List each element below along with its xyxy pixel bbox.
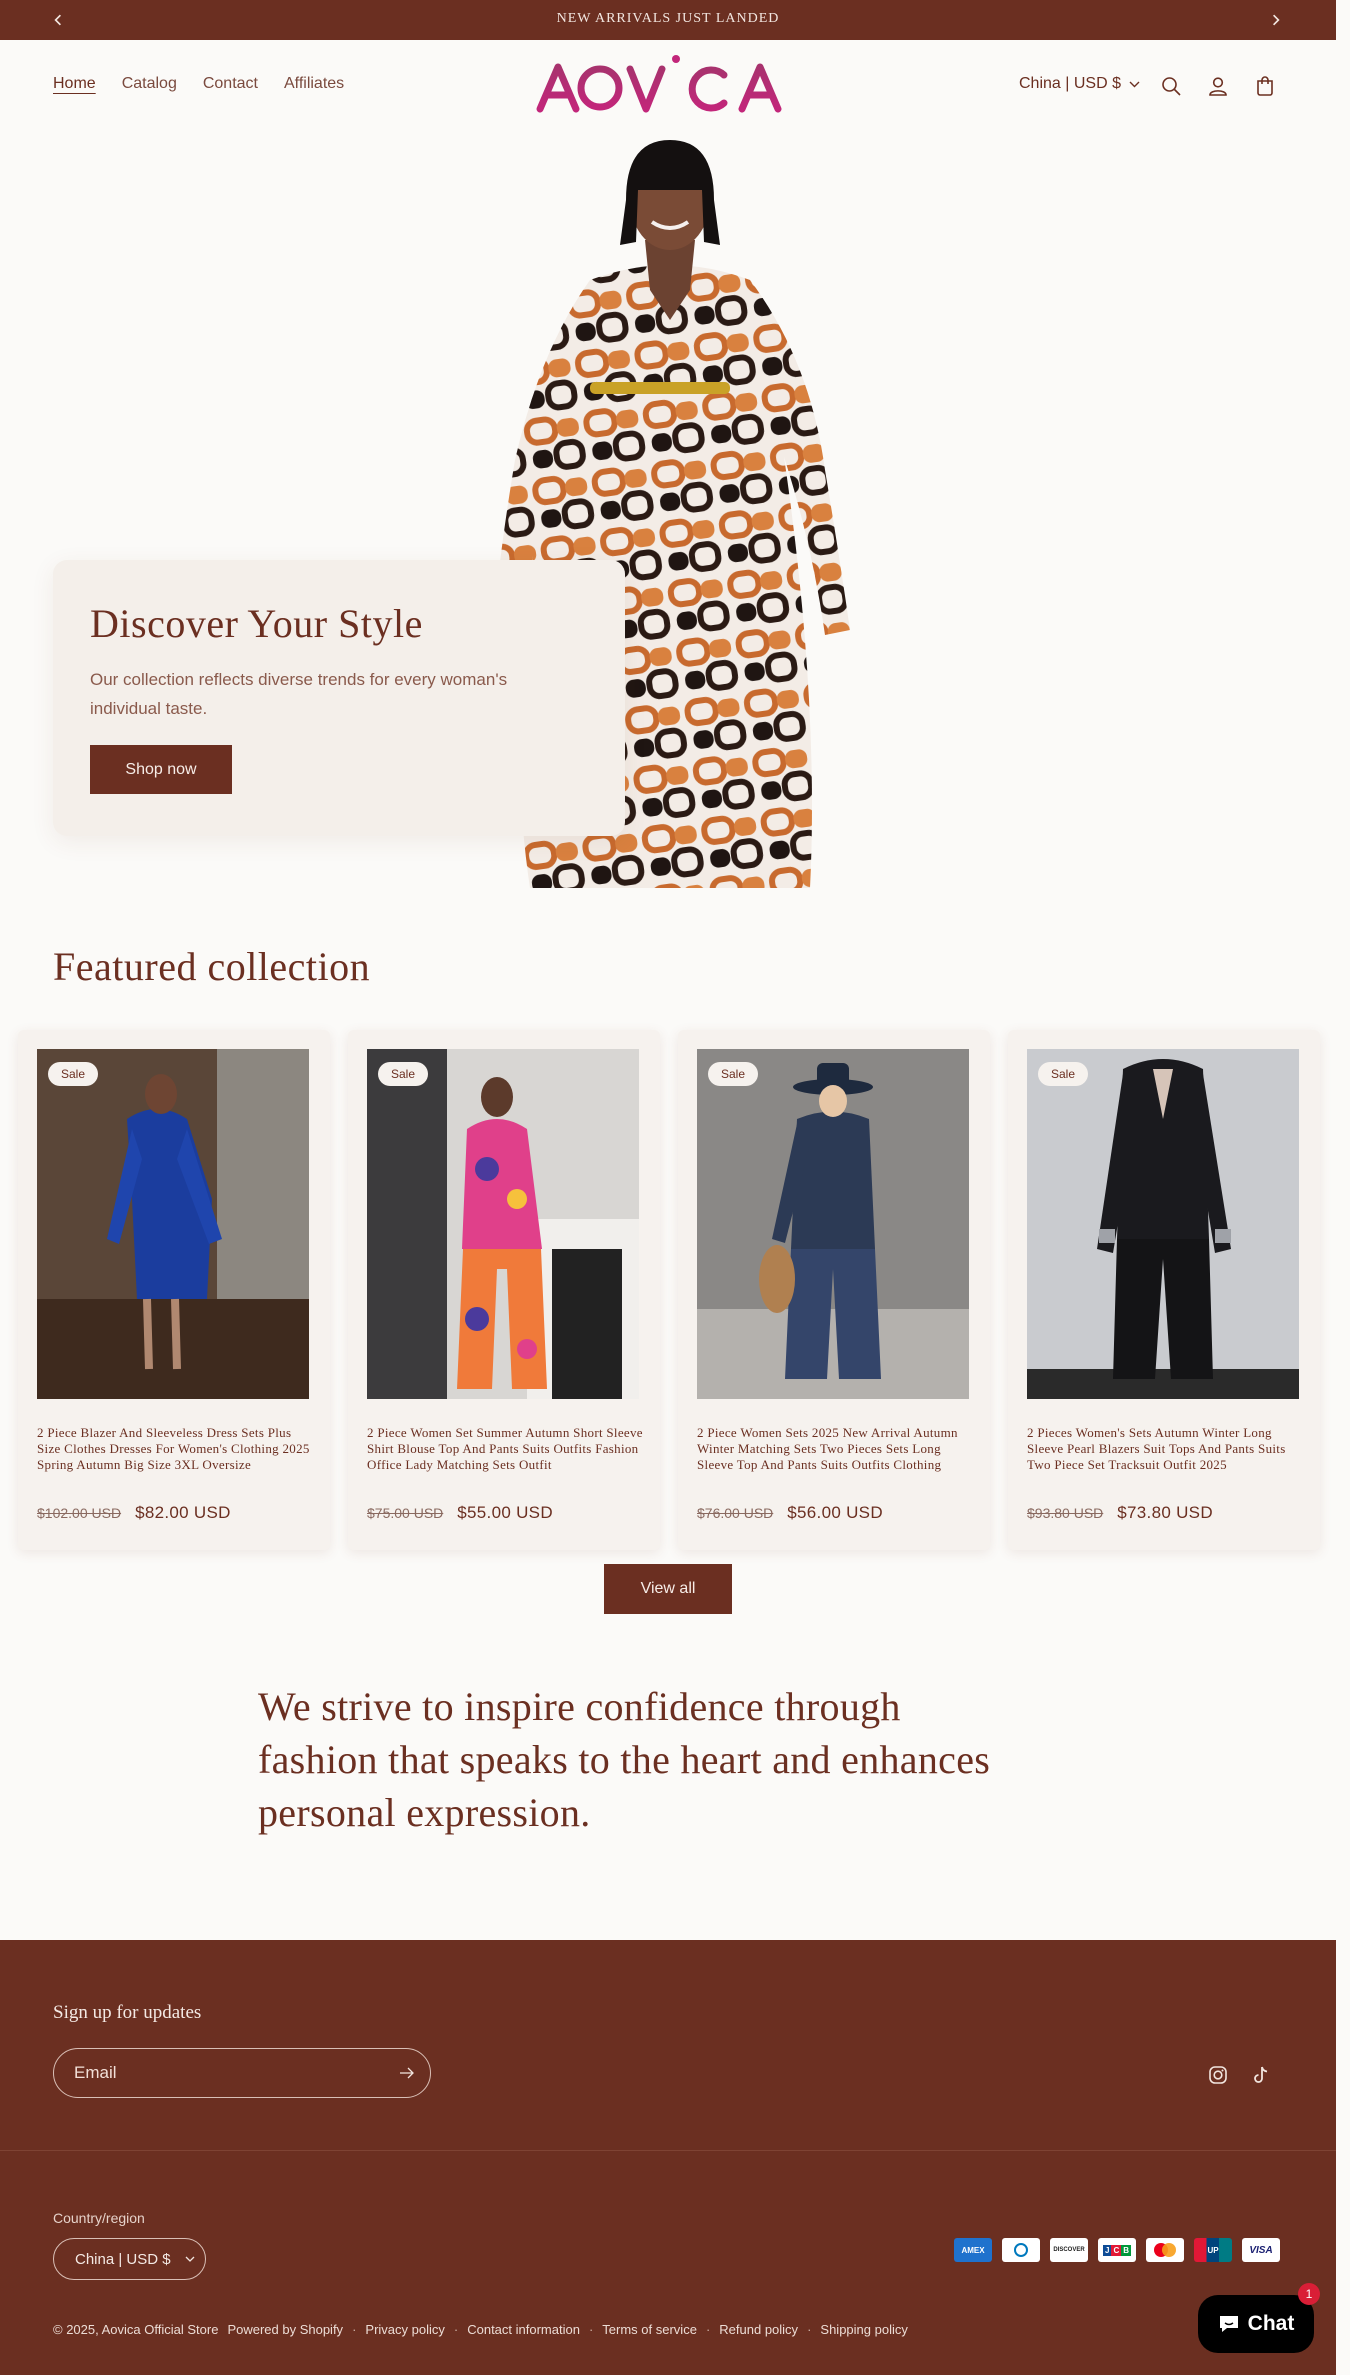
amex-icon: AMEX xyxy=(954,2238,992,2262)
cart-icon[interactable] xyxy=(1252,73,1278,99)
account-icon[interactable] xyxy=(1205,73,1231,99)
product-image[interactable] xyxy=(367,1049,639,1399)
product-price: $82.00 USD xyxy=(135,1503,231,1522)
sale-badge: Sale xyxy=(378,1062,429,1086)
footer-divider xyxy=(0,2150,1336,2151)
product-prices: $76.00 USD $56.00 USD xyxy=(697,1503,883,1523)
unionpay-icon: UP xyxy=(1194,2238,1232,2262)
tiktok-icon[interactable] xyxy=(1250,2064,1272,2086)
chevron-right-icon[interactable] xyxy=(1264,8,1288,32)
hero-text: Our collection reflects diverse trends f… xyxy=(90,670,508,718)
country-selector[interactable]: China | USD $ xyxy=(1019,75,1140,93)
announcement-text: NEW ARRIVALS JUST LANDED xyxy=(556,11,780,26)
newsletter-title: Sign up for updates xyxy=(53,2002,202,2023)
product-title[interactable]: 2 Piece Blazer And Sleeveless Dress Sets… xyxy=(37,1425,315,1473)
product-card[interactable]: Sale 2 Piece Women Sets 2025 New Arrival… xyxy=(678,1030,990,1550)
email-input[interactable] xyxy=(74,2049,374,2097)
mastercard-icon xyxy=(1146,2238,1184,2262)
country-selector-label: China | USD $ xyxy=(1019,75,1121,92)
chevron-down-icon xyxy=(1129,81,1140,87)
country-region-label: Country/region xyxy=(53,2210,145,2226)
product-prices: $75.00 USD $55.00 USD xyxy=(367,1503,553,1523)
announcement-bar: NEW ARRIVALS JUST LANDED xyxy=(0,0,1336,40)
copyright-text: © 2025, Aovica Official Store xyxy=(53,2322,219,2337)
jcb-icon: JCB xyxy=(1098,2238,1136,2262)
product-image[interactable] xyxy=(1027,1049,1299,1399)
visa-icon: VISA xyxy=(1242,2238,1280,2262)
aovica-logo[interactable] xyxy=(534,53,804,115)
product-image[interactable] xyxy=(37,1049,309,1399)
product-card[interactable]: Sale 2 Piece Blazer And Sleeveless Dress… xyxy=(18,1030,330,1550)
terms-of-service-link[interactable]: Terms of service xyxy=(602,2322,697,2337)
search-icon[interactable] xyxy=(1158,73,1184,99)
product-title[interactable]: 2 Piece Women Set Summer Autumn Short Sl… xyxy=(367,1425,645,1473)
payment-icons: AMEX DISCOVER JCB UP VISA xyxy=(954,2238,1280,2262)
product-old-price: $93.80 USD xyxy=(1027,1505,1104,1521)
product-price: $56.00 USD xyxy=(787,1503,883,1522)
refund-policy-link[interactable]: Refund policy xyxy=(719,2322,798,2337)
discover-icon: DISCOVER xyxy=(1050,2238,1088,2262)
arrow-right-icon[interactable] xyxy=(398,2064,416,2082)
footer-legal: © 2025, Aovica Official Store Powered by… xyxy=(53,2322,908,2337)
product-old-price: $102.00 USD xyxy=(37,1505,122,1521)
site-header: Home Catalog Contact Affiliates China | … xyxy=(0,40,1336,130)
sale-badge: Sale xyxy=(708,1062,759,1086)
sale-badge: Sale xyxy=(48,1062,99,1086)
chat-notification-count: 1 xyxy=(1298,2283,1320,2305)
product-old-price: $76.00 USD xyxy=(697,1505,774,1521)
chat-label: Chat xyxy=(1247,2312,1295,2335)
chat-button[interactable]: Chat 1 xyxy=(1198,2283,1320,2353)
product-title[interactable]: 2 Pieces Women's Sets Autumn Winter Long… xyxy=(1027,1425,1305,1473)
product-prices: $93.80 USD $73.80 USD xyxy=(1027,1503,1213,1523)
chevron-down-icon xyxy=(185,2256,195,2262)
product-price: $73.80 USD xyxy=(1117,1503,1213,1522)
product-prices: $102.00 USD $82.00 USD xyxy=(37,1503,231,1523)
privacy-policy-link[interactable]: Privacy policy xyxy=(365,2322,444,2337)
product-card[interactable]: Sale 2 Pieces Women's Sets Autumn Winter… xyxy=(1008,1030,1320,1550)
site-footer: Sign up for updates Country/region China… xyxy=(0,1940,1336,2375)
chat-bubble-icon xyxy=(1219,2316,1238,2332)
nav-catalog[interactable]: Catalog xyxy=(122,75,177,93)
newsletter-form xyxy=(53,2048,431,2098)
shop-now-button[interactable]: Shop now xyxy=(90,745,232,794)
main-nav: Home Catalog Contact Affiliates xyxy=(53,75,370,93)
contact-information-link[interactable]: Contact information xyxy=(467,2322,580,2337)
brand-statement: We strive to inspire confidence through … xyxy=(258,1684,991,1835)
footer-country-value: China | USD $ xyxy=(75,2250,171,2268)
instagram-icon[interactable] xyxy=(1207,2064,1229,2086)
powered-by-link[interactable]: Powered by Shopify xyxy=(227,2322,343,2337)
sale-badge: Sale xyxy=(1038,1062,1089,1086)
featured-collection-title: Featured collection xyxy=(53,944,371,989)
product-price: $55.00 USD xyxy=(457,1503,553,1522)
hero-banner: Discover Your Style Our collection refle… xyxy=(0,130,1336,890)
hero-title: Discover Your Style xyxy=(90,601,423,646)
product-card[interactable]: Sale 2 Piece Women Set Summer Autumn Sho… xyxy=(348,1030,660,1550)
nav-home[interactable]: Home xyxy=(53,75,96,93)
product-image[interactable] xyxy=(697,1049,969,1399)
nav-affiliates[interactable]: Affiliates xyxy=(284,75,344,93)
product-title[interactable]: 2 Piece Women Sets 2025 New Arrival Autu… xyxy=(697,1425,975,1473)
hero-card: Discover Your Style Our collection refle… xyxy=(53,560,625,836)
product-old-price: $75.00 USD xyxy=(367,1505,444,1521)
view-all-button[interactable]: View all xyxy=(604,1564,732,1614)
nav-contact[interactable]: Contact xyxy=(203,75,258,93)
footer-country-selector[interactable]: China | USD $ xyxy=(53,2238,206,2280)
diners-club-icon xyxy=(1002,2238,1040,2262)
shipping-policy-link[interactable]: Shipping policy xyxy=(820,2322,907,2337)
